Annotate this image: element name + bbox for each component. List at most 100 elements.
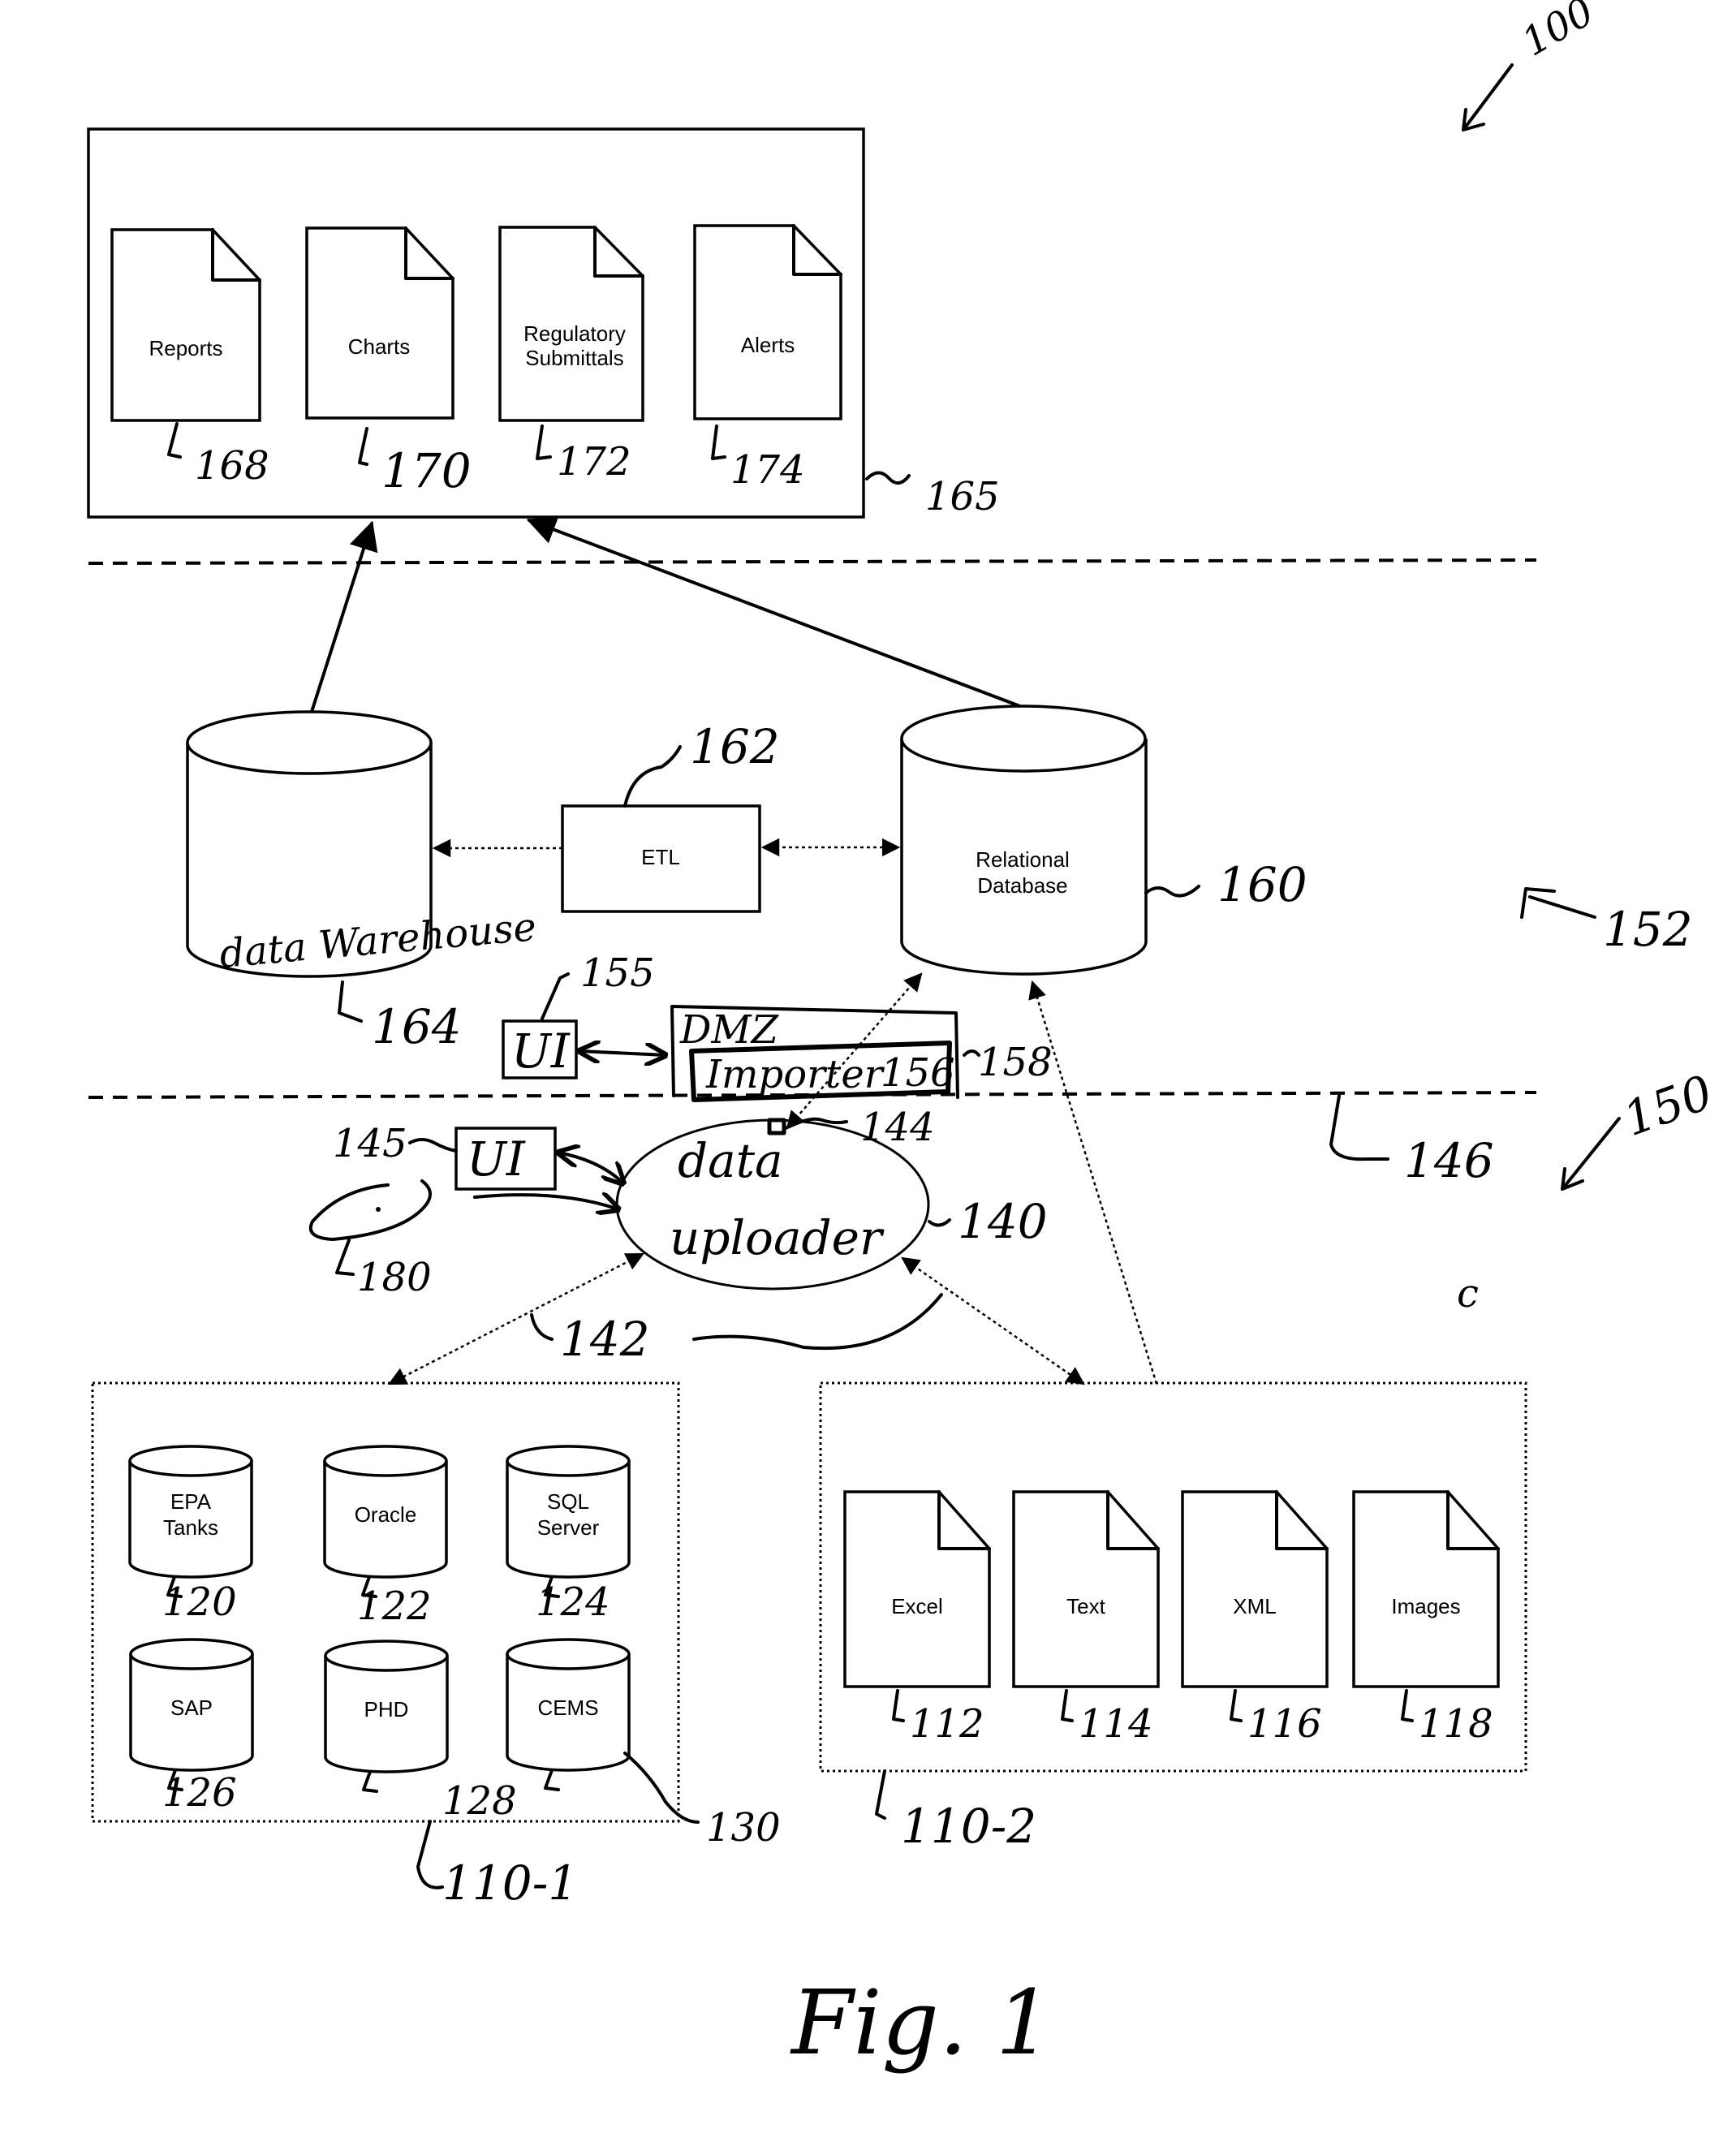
database-phd[interactable]: PHD 128 [324,1640,517,1824]
database-ref: 130 [706,1805,781,1851]
ref-leader [541,972,570,1020]
ref-leader [875,1769,886,1820]
ref-leader [1401,1689,1414,1722]
cylinder-top [506,1638,631,1670]
dmz-ref: 158 [978,1040,1053,1085]
database-label: Tanks [163,1515,218,1540]
reldb-ref: 160 [1217,857,1307,912]
file-excel[interactable]: Excel 112 [843,1490,991,1747]
uploader-label-line1: data [678,1133,783,1188]
ref-leader [544,1769,560,1791]
database-ref: 126 [162,1770,237,1816]
database-ref: 120 [162,1579,237,1625]
ui-ref: 155 [580,950,655,996]
user-device[interactable]: 180 [308,1179,432,1300]
file-label: Images [1391,1594,1460,1618]
ref-leader [963,1049,980,1057]
ref-leader [892,1689,905,1722]
system-ref-arrow-icon [1462,63,1514,131]
client-ui[interactable]: UI 145 [333,1121,557,1191]
data-uploader[interactable]: data uploader 140 [615,1118,1048,1291]
reldb-to-output-arrow [526,515,1026,709]
database-epa-tanks[interactable]: EPATanks 120 [128,1445,253,1625]
ref-leader [530,1313,554,1341]
device-uploader-arrow [473,1195,618,1209]
ref-leader [362,1770,378,1793]
importer[interactable]: Importer 156 [689,1041,955,1102]
file-xml[interactable]: XML 116 [1181,1490,1329,1747]
document-label: Reports [149,336,222,360]
database-label: Oracle [355,1502,417,1527]
document-label: Charts [348,334,411,359]
output-layer-leader [865,471,911,485]
file-ref: 116 [1247,1701,1322,1747]
ref-leader [335,1239,355,1276]
ref-leader [408,1138,458,1153]
cylinder-top [324,1640,449,1672]
database-oracle[interactable]: Oracle 122 [323,1445,448,1629]
cylinder-top [186,710,433,775]
server-ui[interactable]: UI 155 [502,950,655,1079]
file-images[interactable]: Images 118 [1352,1490,1500,1747]
cems-ref-leader [623,1752,700,1824]
ref-leader [416,1820,444,1890]
uploader-label-line2: uploader [670,1210,885,1265]
ref-leader [338,980,363,1023]
importer-label: Importer [705,1052,885,1097]
file-ref: 114 [1079,1701,1153,1747]
relational-database[interactable]: Relational Database 160 [900,705,1307,976]
uploader-filesources-arrow [901,1256,1085,1385]
data-warehouse[interactable]: data Warehouse 164 [186,710,538,1054]
cylinder-top [128,1445,253,1477]
ref-leader [1061,1689,1074,1722]
ui-label: UI [511,1023,571,1079]
user-device-ref: 180 [357,1255,432,1300]
figure-caption: Fig. 1 [790,1971,1053,2075]
ui-uploader-arrow [558,1153,623,1183]
system-ref-label: 100 [1514,0,1601,65]
database-label: SAP [170,1696,213,1720]
file-text[interactable]: Text 114 [1012,1490,1160,1747]
database-label: EPA [170,1489,212,1514]
reldb-label-line2: Database [977,873,1067,898]
ui-label: UI [467,1131,526,1187]
etl-process[interactable]: ETL 162 [561,719,780,913]
document-ref: 172 [557,439,631,485]
ref-leader [1144,885,1200,898]
etl-ref: 162 [690,719,780,774]
system-reference: 100 [1462,0,1601,131]
database-ref: 122 [357,1584,432,1629]
database-cems[interactable]: CEMS 130 [506,1638,781,1851]
file-ref: 112 [910,1701,984,1747]
connector-port-icon [767,1118,786,1135]
stray-mark: c [1457,1271,1479,1316]
database-sql-server[interactable]: SQLServer 124 [506,1445,631,1625]
link-ref-leader [692,1293,943,1351]
document-icon [693,224,842,420]
client-layer-ref: 150 [1617,1064,1720,1147]
mouse-dot [376,1207,381,1212]
cylinder-top [323,1445,448,1477]
document-icon [110,228,261,422]
file-label: Excel [891,1594,943,1618]
connector-ref: 144 [860,1105,935,1150]
database-label: Server [537,1515,600,1540]
file-documents: Excel 112 Text 114 XML 116 Images 118 [843,1490,1500,1747]
document-ref: 168 [195,443,269,489]
database-ref: 128 [442,1778,517,1824]
document-icon [1181,1490,1329,1688]
cylinder-top [506,1445,631,1477]
warehouse-to-output-arrow [310,520,378,713]
document-icon [843,1490,991,1688]
ui-dmz-arrow [579,1051,666,1055]
ref-leader [1230,1689,1243,1722]
data-warehouse-ref: 164 [372,999,462,1054]
reldb-label-line1: Relational [976,847,1070,872]
document-label: Alerts [741,333,795,357]
uploader-ref: 140 [958,1194,1048,1249]
ref-leader [623,745,682,808]
document-icon [1012,1490,1160,1688]
cylinder-top [900,705,1147,773]
database-sap[interactable]: SAP 126 [129,1638,254,1816]
architecture-diagram: 100 165 Reports 168 Charts 170 Regulator… [87,0,1720,2075]
